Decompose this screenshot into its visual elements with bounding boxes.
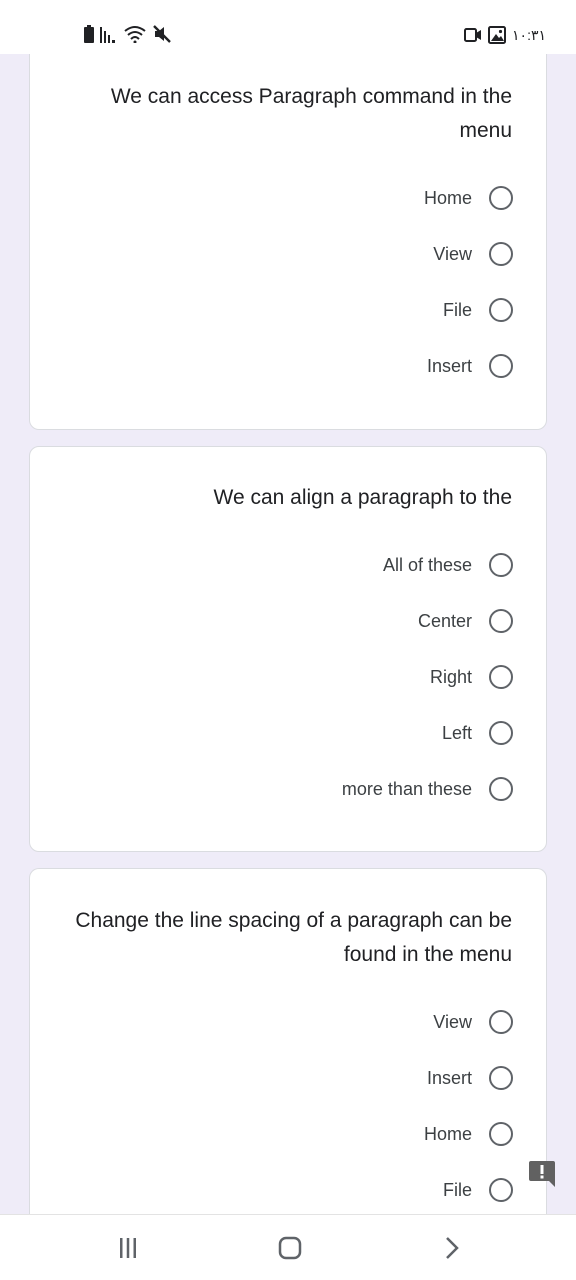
radio-button[interactable] bbox=[489, 1066, 513, 1090]
option-label: View bbox=[433, 1011, 472, 1032]
radio-button[interactable] bbox=[489, 777, 513, 801]
radio-button[interactable] bbox=[489, 721, 513, 745]
status-bar: ١٠:٣١ bbox=[0, 0, 576, 54]
question-card-2: We can align a paragraph to the All of t… bbox=[29, 446, 547, 852]
question-text: Change the line spacing of a paragraph c… bbox=[75, 909, 512, 966]
option-label: Right bbox=[429, 666, 472, 687]
option-file[interactable]: File bbox=[443, 1175, 513, 1205]
home-button[interactable] bbox=[275, 1233, 305, 1263]
option-home[interactable]: Home bbox=[424, 183, 513, 213]
option-label: Home bbox=[423, 187, 472, 208]
radio-button[interactable] bbox=[489, 665, 513, 689]
option-label: more than these bbox=[341, 778, 472, 799]
option-view[interactable]: View bbox=[433, 239, 513, 269]
status-icons-right: ١٠:٣١ bbox=[464, 24, 546, 46]
status-icons-left bbox=[84, 22, 172, 46]
radio-button[interactable] bbox=[489, 1178, 513, 1202]
radio-button[interactable] bbox=[489, 298, 513, 322]
radio-button[interactable] bbox=[489, 186, 513, 210]
option-more-than-these[interactable]: more than these bbox=[342, 774, 513, 804]
video-icon bbox=[464, 28, 482, 42]
wifi-icon bbox=[124, 26, 146, 43]
mute-icon bbox=[153, 25, 171, 43]
battery-icon bbox=[84, 25, 94, 43]
radio-button[interactable] bbox=[489, 609, 513, 633]
option-file[interactable]: File bbox=[443, 295, 513, 325]
status-time: ١٠:٣١ bbox=[512, 26, 546, 43]
feedback-icon[interactable] bbox=[528, 1160, 556, 1188]
radio-button[interactable] bbox=[489, 354, 513, 378]
radio-button[interactable] bbox=[489, 242, 513, 266]
recent-apps-icon bbox=[120, 1238, 136, 1258]
option-view[interactable]: View bbox=[433, 1007, 513, 1037]
option-left[interactable]: Left bbox=[442, 718, 513, 748]
back-button[interactable] bbox=[437, 1233, 467, 1263]
back-icon bbox=[446, 1237, 459, 1259]
question-card-1: We can access Paragraph command in the m… bbox=[29, 38, 547, 430]
option-label: File bbox=[442, 299, 472, 320]
option-center[interactable]: Center bbox=[418, 606, 513, 636]
radio-button[interactable] bbox=[489, 1010, 513, 1034]
question-text: We can align a paragraph to the bbox=[213, 486, 512, 509]
gallery-icon bbox=[488, 26, 507, 44]
option-label: Left bbox=[441, 722, 472, 743]
signal-icon bbox=[100, 27, 115, 43]
radio-button[interactable] bbox=[489, 553, 513, 577]
question-text: We can access Paragraph command in the m… bbox=[110, 85, 512, 142]
system-navigation-bar bbox=[0, 1214, 576, 1280]
option-insert[interactable]: Insert bbox=[427, 351, 513, 381]
recent-apps-button[interactable] bbox=[113, 1233, 143, 1263]
option-label: Home bbox=[423, 1123, 472, 1144]
option-label: Insert bbox=[426, 1067, 472, 1088]
option-label: View bbox=[433, 243, 472, 264]
question-card-3: Change the line spacing of a paragraph c… bbox=[29, 868, 547, 1228]
option-right[interactable]: Right bbox=[430, 662, 513, 692]
option-insert[interactable]: Insert bbox=[427, 1063, 513, 1093]
option-home[interactable]: Home bbox=[424, 1119, 513, 1149]
option-label: File bbox=[442, 1179, 472, 1200]
radio-button[interactable] bbox=[489, 1122, 513, 1146]
option-label: Insert bbox=[426, 355, 472, 376]
option-label: All of these bbox=[382, 554, 472, 575]
option-label: Center bbox=[417, 610, 472, 631]
option-all-of-these[interactable]: All of these bbox=[383, 550, 513, 580]
home-icon bbox=[278, 1236, 302, 1260]
